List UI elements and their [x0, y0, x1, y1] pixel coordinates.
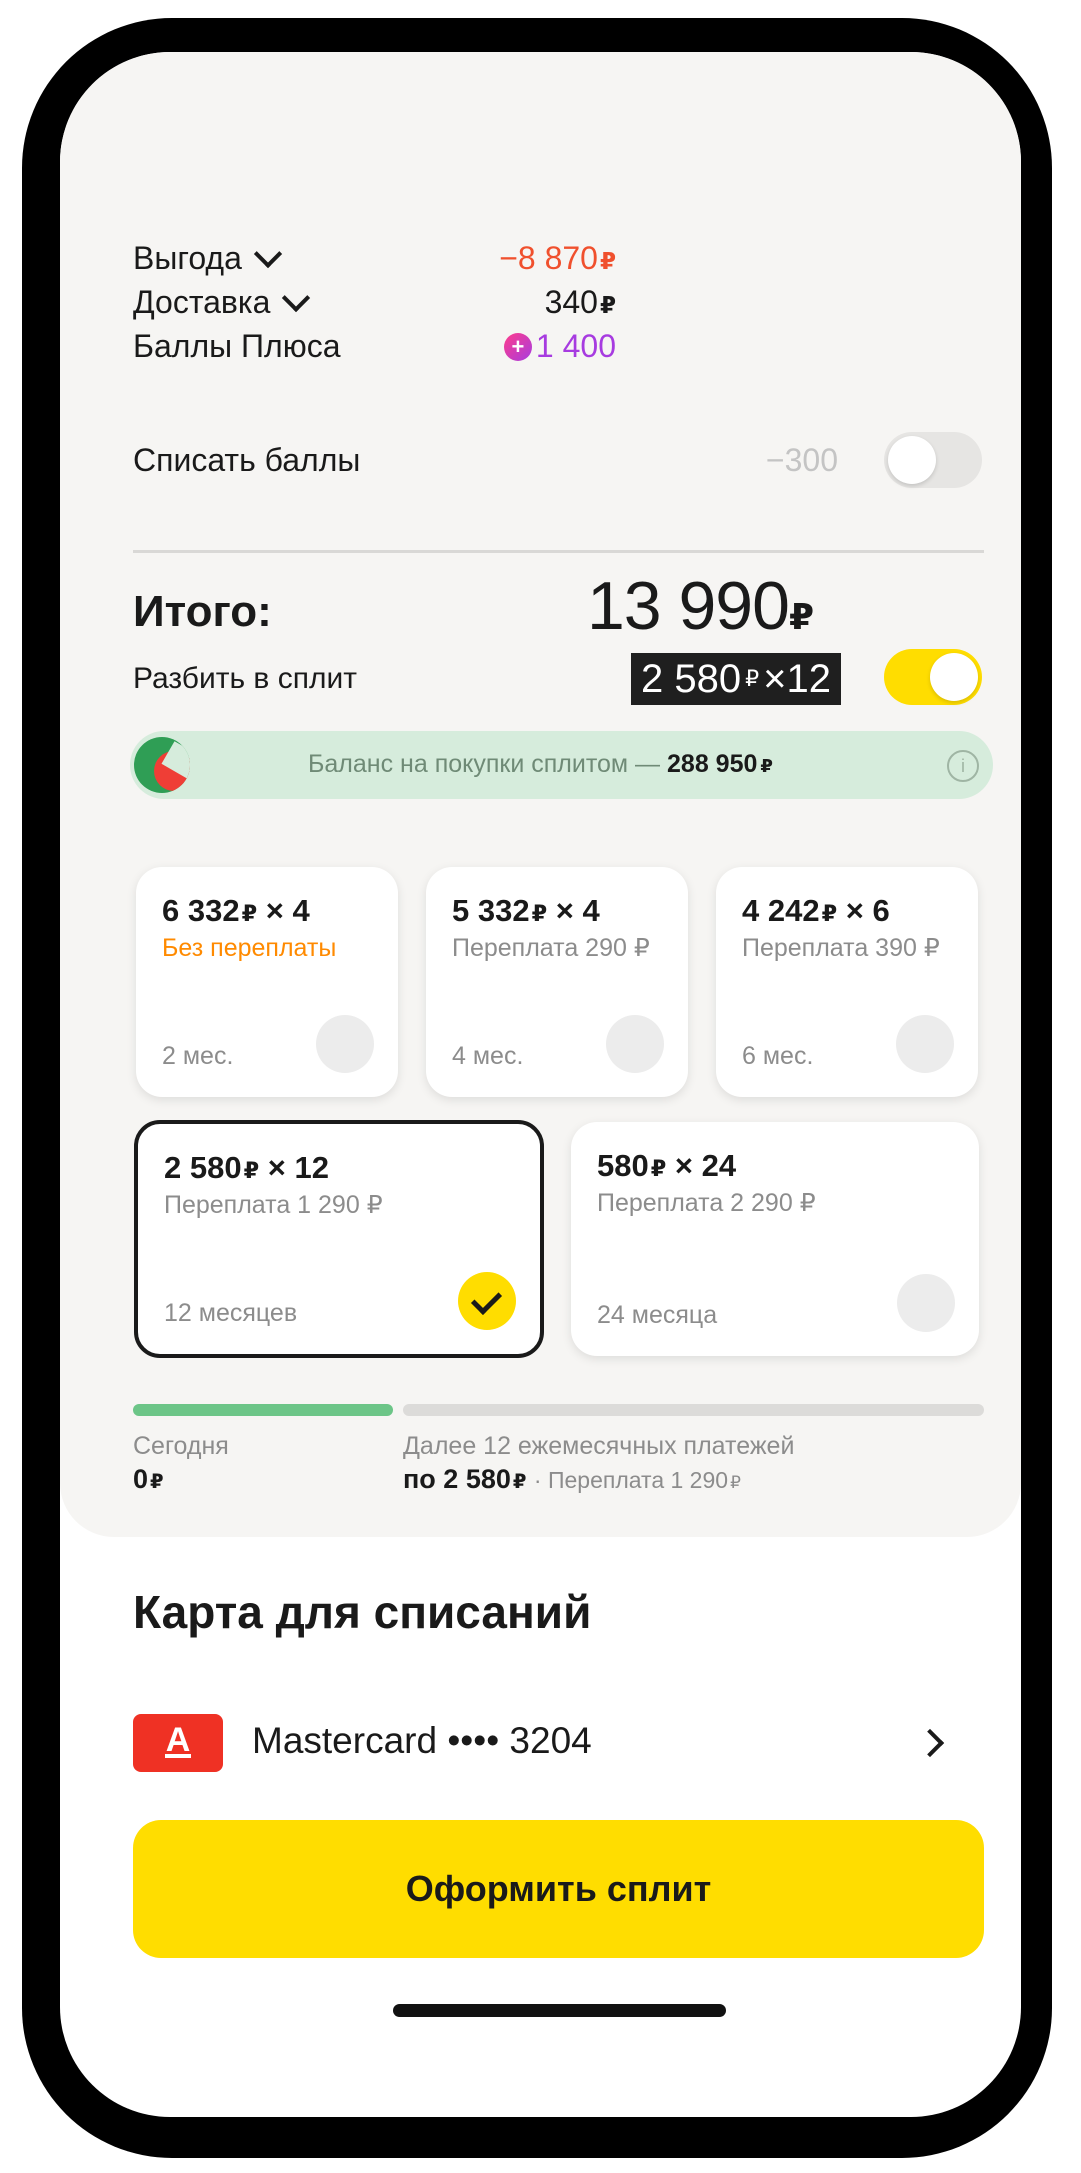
split-logo-icon — [134, 737, 190, 793]
today-label: Сегодня — [133, 1432, 229, 1460]
plan-term: 12 месяцев — [164, 1299, 298, 1327]
card-name: Mastercard •••• 3204 — [252, 1720, 592, 1761]
benefit-value: −8 870₽ — [499, 240, 616, 276]
balance-text: Баланс на покупки сплитом — 288 950 ₽ — [308, 750, 773, 778]
plan-term: 2 мес. — [162, 1042, 234, 1070]
toggle-knob — [930, 653, 978, 701]
plan-amount: 2 580₽ × 12 — [164, 1150, 329, 1185]
radio-unselected-icon — [606, 1015, 664, 1073]
order-summary-panel: Выгода −8 870₽ Доставка 340₽ Баллы Плюса… — [60, 52, 1021, 1537]
radio-unselected-icon — [896, 1015, 954, 1073]
plan-note: Переплата 1 290 ₽ — [164, 1191, 383, 1219]
info-icon[interactable]: i — [947, 750, 979, 782]
benefit-label: Выгода — [133, 240, 242, 276]
plan-term: 4 мес. — [452, 1042, 524, 1070]
home-indicator[interactable] — [393, 2004, 726, 2017]
chevron-right-icon — [915, 1728, 945, 1758]
plan-card-6m[interactable]: 4 242₽ × 6 Переплата 390 ₽ 6 мес. — [716, 867, 978, 1097]
submit-split-button[interactable]: Оформить сплит — [133, 1820, 984, 1958]
plan-note: Переплата 2 290 ₽ — [597, 1189, 816, 1217]
delivery-value: 340₽ — [544, 284, 616, 320]
progress-today — [133, 1404, 393, 1416]
plan-term: 24 месяца — [597, 1301, 718, 1329]
writeoff-toggle[interactable] — [884, 432, 982, 488]
divider — [133, 550, 984, 553]
radio-unselected-icon — [897, 1274, 955, 1332]
plus-points-row: Баллы Плюса — [133, 328, 341, 365]
total-amount: 13 990₽ — [586, 568, 814, 644]
balance-banner[interactable]: Баланс на покупки сплитом — 288 950 ₽ i — [130, 731, 993, 799]
plan-card-4m[interactable]: 5 332₽ × 4 Переплата 290 ₽ 4 мес. — [426, 867, 688, 1097]
total-label: Итого: — [133, 587, 272, 636]
writeoff-value: −300 — [765, 442, 838, 478]
plan-amount: 6 332₽ × 4 — [162, 893, 310, 928]
plus-points-value: + 1 400 — [503, 328, 616, 365]
plan-amount: 4 242₽ × 6 — [742, 893, 890, 928]
toggle-knob — [888, 436, 936, 484]
payment-card-row[interactable]: А Mastercard •••• 3204 — [60, 1707, 1021, 1787]
plan-card-24m[interactable]: 580₽ × 24 Переплата 2 290 ₽ 24 месяца — [571, 1122, 979, 1356]
delivery-row[interactable]: Доставка — [133, 283, 311, 321]
plan-note: Без переплаты — [162, 934, 337, 962]
delivery-label: Доставка — [133, 284, 271, 320]
split-chip: 2 580 ₽ ×12 — [631, 653, 841, 705]
plus-icon: + — [503, 332, 532, 361]
later-value: по 2 580 ₽ · Переплата 1 290 ₽ — [403, 1464, 741, 1494]
chevron-down-icon — [253, 239, 283, 268]
today-value: 0 ₽ — [133, 1464, 164, 1494]
split-toggle[interactable] — [884, 649, 982, 705]
split-label: Разбить в сплит — [133, 662, 357, 695]
card-section-title: Карта для списаний — [133, 1586, 592, 1638]
progress-later — [403, 1404, 984, 1416]
bank-logo-icon: А — [133, 1714, 223, 1772]
plan-note: Переплата 290 ₽ — [452, 934, 650, 962]
plan-amount: 5 332₽ × 4 — [452, 893, 600, 928]
plan-note: Переплата 390 ₽ — [742, 934, 940, 962]
writeoff-label: Списать баллы — [133, 442, 361, 478]
plan-card-12m[interactable]: 2 580₽ × 12 Переплата 1 290 ₽ 12 месяцев — [134, 1120, 544, 1358]
plan-amount: 580₽ × 24 — [597, 1148, 737, 1183]
checkmark-selected-icon — [458, 1272, 516, 1330]
chevron-down-icon — [282, 283, 311, 312]
plan-term: 6 мес. — [742, 1042, 814, 1070]
later-label: Далее 12 ежемесячных платежей — [403, 1432, 795, 1460]
plan-card-2m[interactable]: 6 332₽ × 4 Без переплаты 2 мес. — [136, 867, 398, 1097]
plus-points-label: Баллы Плюса — [133, 328, 341, 364]
phone-screen: Выгода −8 870₽ Доставка 340₽ Баллы Плюса… — [60, 52, 1021, 2117]
radio-unselected-icon — [316, 1015, 374, 1073]
benefit-row[interactable]: Выгода — [133, 239, 283, 277]
